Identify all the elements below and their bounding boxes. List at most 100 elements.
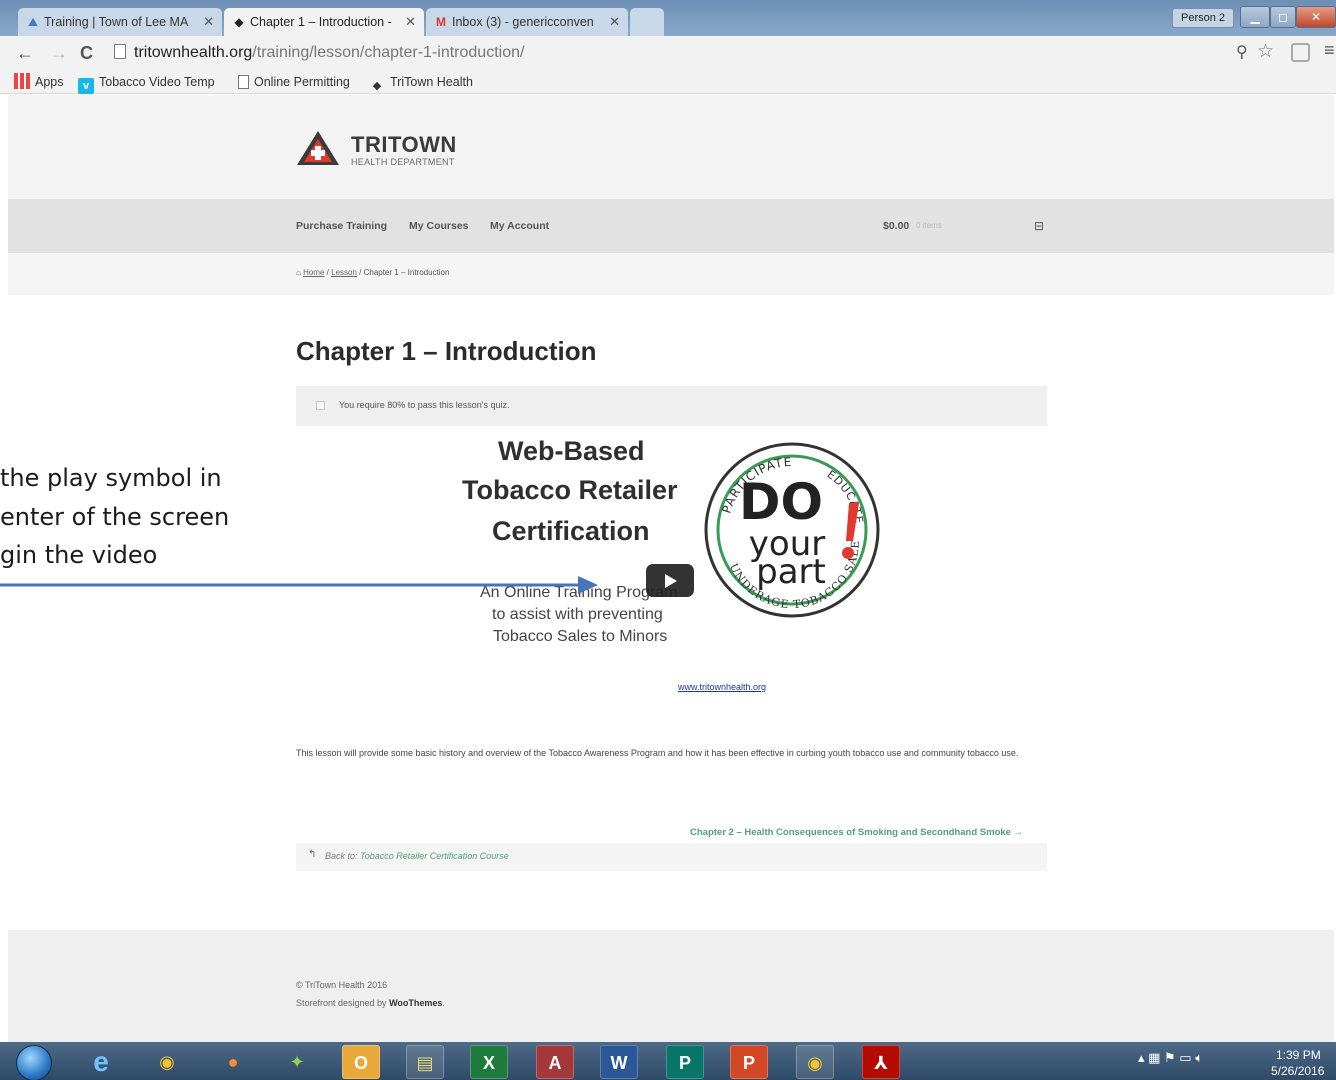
basket-icon[interactable]: ⊟ xyxy=(1034,219,1044,233)
gmail-icon: M xyxy=(436,15,446,29)
svg-text:DO: DO xyxy=(739,473,823,531)
menu-icon[interactable]: ≡ xyxy=(1324,40,1335,61)
browser-toolbar: ← → C tritownhealth.org/training/lesson/… xyxy=(0,36,1336,70)
file-explorer-icon[interactable]: ▤ xyxy=(406,1045,444,1079)
close-tab-icon[interactable]: ✕ xyxy=(405,8,416,36)
breadcrumb: ⌂ Home / Lesson / Chapter 1 – Introducti… xyxy=(296,268,450,277)
lee-ma-favicon-icon: ⛰ xyxy=(27,15,39,29)
back-to-course-link[interactable]: Tobacco Retailer Certification Course xyxy=(360,851,509,861)
browser-tab-strip: ⛰ Training | Town of Lee MA ✕ ◆ Chapter … xyxy=(0,0,1336,36)
next-lesson-link[interactable]: Chapter 2 – Health Consequences of Smoki… xyxy=(690,827,1023,838)
back-arrow-icon[interactable]: ← xyxy=(16,42,34,64)
quiz-notice: You require 80% to pass this lesson's qu… xyxy=(296,386,1047,426)
breadcrumb-lesson[interactable]: Lesson xyxy=(331,268,357,277)
video-title-line: Certification xyxy=(492,516,650,546)
logo-subtitle: HEALTH DEPARTMENT xyxy=(351,157,455,167)
nav-my-account[interactable]: My Account xyxy=(490,220,549,232)
video-title-line: Web-Based xyxy=(498,436,645,466)
chrome-icon[interactable]: ◉ xyxy=(796,1045,834,1079)
clock-date[interactable]: 5/26/2016 xyxy=(1271,1064,1324,1078)
do-your-part-seal: PARTICIPATE EDUCATE UNDERAGE TOBACCO SAL… xyxy=(703,441,880,618)
tritown-favicon-icon: ◆ xyxy=(372,80,382,92)
word-icon[interactable]: W xyxy=(600,1045,638,1079)
address-bar[interactable]: tritownhealth.org/training/lesson/chapte… xyxy=(108,40,1288,66)
back-to-course-bar: ↰ Back to: Tobacco Retailer Certificatio… xyxy=(296,843,1047,871)
video-title-line: Tobacco Retailer xyxy=(462,475,678,505)
logo-title: TRITOWN xyxy=(351,132,457,157)
quiz-notice-text: You require 80% to pass this lesson's qu… xyxy=(339,400,510,410)
youtube-play-icon[interactable] xyxy=(646,564,694,597)
tritown-favicon-icon: ◆ xyxy=(234,15,244,29)
site-header xyxy=(8,95,1334,199)
back-reply-icon: ↰ xyxy=(308,849,317,860)
lesson-description: This lesson will provide some basic hist… xyxy=(296,748,1019,758)
annotation-line: the play symbol in xyxy=(0,464,222,492)
main-navigation xyxy=(8,199,1334,253)
apps-grid-icon xyxy=(14,73,30,89)
tritown-logo-icon xyxy=(297,131,339,165)
extension-icon[interactable] xyxy=(1291,43,1310,62)
system-tray[interactable]: ▴ ▦ ⚑ ▭ 🔈︎ xyxy=(1138,1050,1203,1066)
games-icon[interactable]: ✦ xyxy=(278,1045,316,1079)
quiz-checkbox xyxy=(316,401,325,410)
annotation-line: enter of the screen xyxy=(0,503,230,531)
excel-icon[interactable]: X xyxy=(470,1045,508,1079)
zoom-icon[interactable]: ⚲ xyxy=(1236,42,1248,62)
windows-taskbar: e ◉ ● ✦ O ▤ X A W P P ◉ ⅄ xyxy=(0,1042,1336,1080)
site-logo[interactable]: TRITOWN HEALTH DEPARTMENT xyxy=(296,130,496,170)
minimize-button[interactable]: ▁ xyxy=(1240,6,1270,28)
home-icon: ⌂ xyxy=(296,268,301,277)
tab-title: Inbox (3) - genericconven xyxy=(452,15,594,29)
video-subtitle-line: to assist with preventing xyxy=(492,606,663,623)
powerpoint-icon[interactable]: P xyxy=(730,1045,768,1079)
bookmarks-bar: Apps v Tobacco Video Temp Online Permitti… xyxy=(0,70,1336,94)
nav-my-courses[interactable]: My Courses xyxy=(409,220,469,232)
url-text: tritownhealth.org/training/lesson/chapte… xyxy=(134,44,525,61)
footer-credit: Storefront designed by WooThemes. xyxy=(296,998,445,1008)
bookmark-tobacco-video[interactable]: v Tobacco Video Temp xyxy=(78,73,215,94)
vimeo-icon: v xyxy=(78,78,94,94)
website-link[interactable]: www.tritownhealth.org xyxy=(678,682,766,692)
woothemes-link[interactable]: WooThemes xyxy=(389,998,442,1008)
breadcrumb-bar xyxy=(8,253,1334,295)
bookmark-star-icon[interactable]: ☆ xyxy=(1257,40,1274,63)
page-title: Chapter 1 – Introduction xyxy=(296,336,597,366)
close-tab-icon[interactable]: ✕ xyxy=(203,8,214,36)
outlook-icon[interactable]: O xyxy=(342,1045,380,1079)
access-icon[interactable]: A xyxy=(536,1045,574,1079)
close-tab-icon[interactable]: ✕ xyxy=(609,8,620,36)
bookmark-online-permitting[interactable]: Online Permitting xyxy=(238,73,350,91)
footer-copyright: © TriTown Health 2016 xyxy=(296,980,388,990)
internet-explorer-icon[interactable]: e xyxy=(82,1045,120,1079)
tab-title: Training | Town of Lee MA xyxy=(44,15,189,29)
cart-item-count[interactable]: 0 items xyxy=(916,221,942,230)
annotation-arrow-icon xyxy=(0,576,598,594)
reload-icon[interactable]: C xyxy=(80,42,93,64)
video-subtitle-line: Tobacco Sales to Minors xyxy=(493,628,668,645)
breadcrumb-home[interactable]: Home xyxy=(303,268,324,277)
tab-inbox[interactable]: M Inbox (3) - genericconven ✕ xyxy=(426,8,628,36)
start-button[interactable] xyxy=(16,1045,52,1080)
close-window-button[interactable]: ✕ xyxy=(1296,6,1336,28)
bookmark-apps[interactable]: Apps xyxy=(14,73,64,91)
cart-total[interactable]: $0.00 xyxy=(883,220,909,232)
svg-text:part: part xyxy=(756,552,826,592)
clock-time[interactable]: 1:39 PM xyxy=(1276,1048,1321,1062)
chrome-icon[interactable]: ◉ xyxy=(148,1045,186,1079)
breadcrumb-current: Chapter 1 – Introduction xyxy=(363,268,450,277)
page-icon xyxy=(238,75,249,89)
page-icon xyxy=(114,44,126,59)
site-footer xyxy=(8,930,1334,1042)
nav-purchase-training[interactable]: Purchase Training xyxy=(296,220,387,232)
acrobat-icon[interactable]: ⅄ xyxy=(862,1045,900,1079)
tab-chapter-1[interactable]: ◆ Chapter 1 – Introduction - ✕ xyxy=(224,8,424,36)
bookmark-tritown-health[interactable]: ◆ TriTown Health xyxy=(369,73,473,94)
new-tab-button[interactable] xyxy=(630,8,664,36)
forward-arrow-icon[interactable]: → xyxy=(50,42,68,64)
tab-title: Chapter 1 – Introduction - xyxy=(250,15,392,29)
profile-button[interactable]: Person 2 xyxy=(1172,8,1235,28)
tab-town-of-lee[interactable]: ⛰ Training | Town of Lee MA ✕ xyxy=(18,8,222,36)
firefox-icon[interactable]: ● xyxy=(214,1045,252,1079)
publisher-icon[interactable]: P xyxy=(666,1045,704,1079)
maximize-button[interactable]: ◻ xyxy=(1270,6,1296,28)
